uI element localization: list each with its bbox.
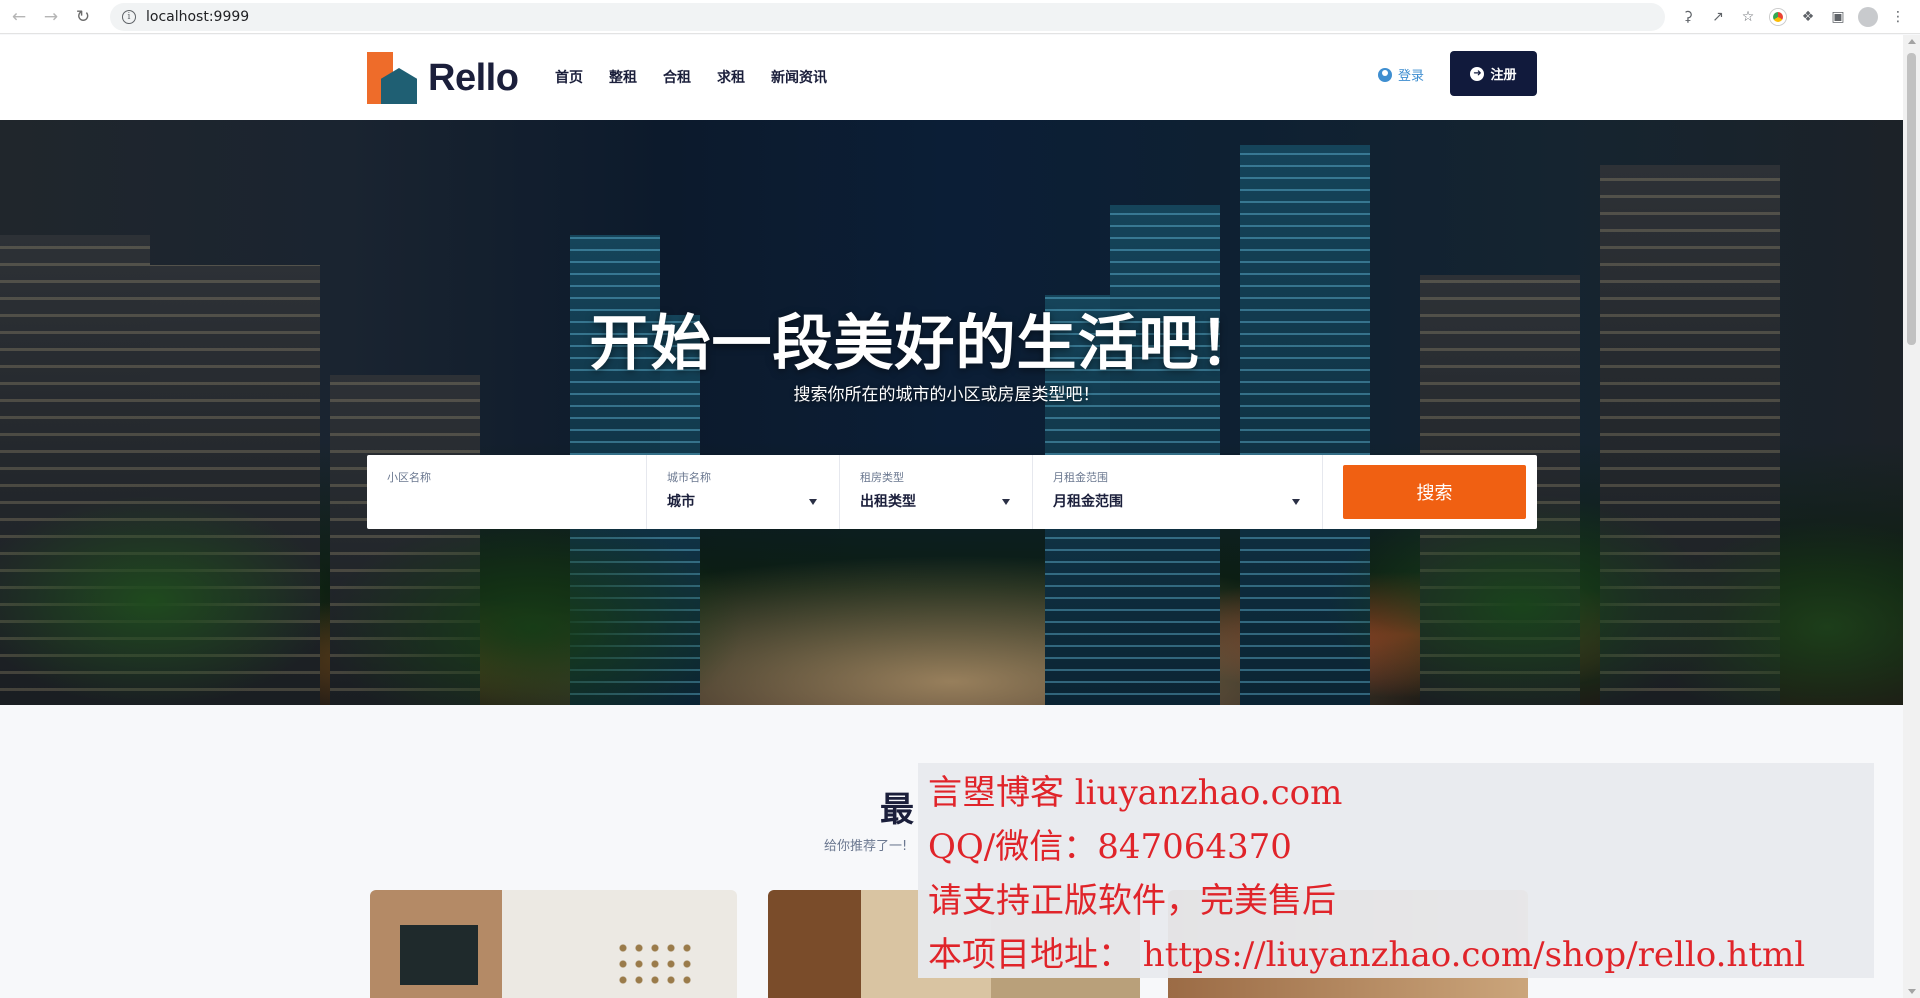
- hero-banner: 开始一段美好的生活吧！ 搜索你所在的城市的小区或房屋类型吧！: [0, 120, 1903, 705]
- field-label: 城市名称: [667, 471, 711, 484]
- page-scrollbar[interactable]: [1903, 35, 1920, 998]
- user-icon: [1378, 67, 1392, 82]
- nav-item-shared-rent[interactable]: 合租: [663, 67, 691, 87]
- nav-item-seek-rent[interactable]: 求租: [717, 67, 745, 87]
- forward-icon[interactable]: →: [38, 4, 64, 30]
- logo-text: Rello: [428, 56, 519, 99]
- scrollbar-thumb[interactable]: [1907, 53, 1916, 345]
- rent-range-select[interactable]: 月租金范围 月租金范围: [1033, 455, 1323, 529]
- star-icon[interactable]: ☆: [1733, 3, 1763, 31]
- main-nav: 首页 整租 合租 求租 新闻资讯: [555, 67, 853, 87]
- register-label: 注册: [1490, 68, 1517, 83]
- wall-decoration-image: [615, 940, 695, 990]
- login-label: 登录: [1398, 69, 1425, 84]
- watermark-line: QQ/微信：847064370: [928, 827, 1292, 867]
- caret-down-icon: [809, 499, 817, 505]
- hero-subtitle: 搜索你所在的城市的小区或房屋类型吧！: [793, 385, 1100, 405]
- info-icon[interactable]: i: [122, 9, 136, 24]
- logo-icon: [367, 52, 419, 104]
- listing-card-image[interactable]: [370, 890, 737, 998]
- key-icon[interactable]: ⚳: [1673, 3, 1703, 31]
- extensions-icon[interactable]: ❖: [1793, 3, 1823, 31]
- watermark-line: 本项目地址： https://liuyanzhao.com/shop/rello…: [928, 935, 1806, 975]
- search-bar: 小区名称 城市名称 城市 租房类型 出租类型 月租金范围 月租金范围 搜索: [367, 455, 1537, 529]
- arrow-right-icon: ➜: [1470, 66, 1485, 81]
- field-label: 月租金范围: [1053, 471, 1108, 484]
- field-label: 小区名称: [387, 471, 431, 484]
- rent-type-select[interactable]: 租房类型 出租类型: [840, 455, 1033, 529]
- city-select[interactable]: 城市名称 城市: [647, 455, 840, 529]
- chrome-color-icon[interactable]: [1763, 3, 1793, 31]
- field-value: 月租金范围: [1053, 494, 1123, 510]
- watermark-overlay: 言曌博客 liuyanzhao.com QQ/微信：847064370 请支持正…: [918, 763, 1874, 978]
- caret-down-icon: [1002, 499, 1010, 505]
- register-button[interactable]: ➜ 注册: [1450, 51, 1537, 96]
- url-text[interactable]: localhost:9999: [146, 9, 249, 25]
- back-icon[interactable]: ←: [6, 4, 32, 30]
- nav-item-news[interactable]: 新闻资讯: [771, 67, 827, 87]
- scroll-up-icon[interactable]: [1908, 39, 1916, 44]
- search-button[interactable]: 搜索: [1343, 465, 1526, 519]
- address-bar[interactable]: i localhost:9999: [110, 2, 1665, 31]
- login-link[interactable]: 登录: [1378, 65, 1424, 84]
- reload-icon[interactable]: ↻: [70, 4, 96, 30]
- profile-icon[interactable]: [1853, 3, 1883, 31]
- hero-title: 开始一段美好的生活吧！: [589, 309, 1261, 379]
- tv-image: [400, 925, 478, 985]
- watermark-line: 言曌博客 liuyanzhao.com: [928, 773, 1343, 813]
- nav-item-home[interactable]: 首页: [555, 67, 583, 87]
- section-title: 最: [880, 790, 914, 830]
- menu-icon[interactable]: ⋮: [1883, 3, 1913, 31]
- browser-toolbar: ← → ↻ i localhost:9999 ⚳ ↗ ☆ ❖ ▣ ⋮: [0, 0, 1920, 34]
- section-subtitle: 给你推荐了一!: [824, 839, 908, 854]
- share-icon[interactable]: ↗: [1703, 3, 1733, 31]
- logo[interactable]: Rello: [367, 52, 519, 104]
- watermark-line: 请支持正版软件，完美售后: [928, 881, 1336, 921]
- nav-item-whole-rent[interactable]: 整租: [609, 67, 637, 87]
- community-name-field[interactable]: 小区名称: [367, 455, 647, 529]
- scroll-down-icon[interactable]: [1908, 989, 1916, 994]
- sidepanel-icon[interactable]: ▣: [1823, 3, 1853, 31]
- field-label: 租房类型: [860, 471, 904, 484]
- caret-down-icon: [1292, 499, 1300, 505]
- site-header: Rello 首页 整租 合租 求租 新闻资讯 登录 ➜ 注册: [0, 35, 1903, 120]
